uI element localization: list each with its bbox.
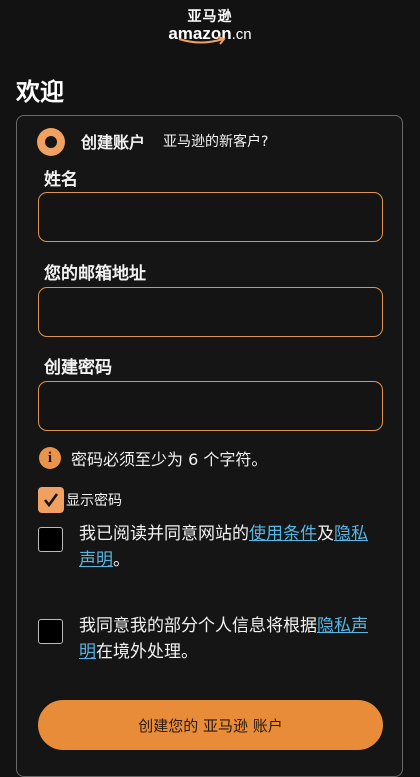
create-account-label: 创建账户 [81, 133, 146, 152]
email-input[interactable] [38, 287, 383, 337]
overseas-processing-agreement: 我同意我的部分个人信息将根据隐私声明在境外处理。 [38, 613, 369, 665]
overseas-checkbox[interactable] [38, 619, 63, 644]
checkmark-icon [43, 493, 59, 508]
create-account-panel: 创建账户 亚马逊的新客户? 姓名 您的邮箱地址 创建密码 i 密码必须至少为 6… [16, 115, 403, 777]
terms-middle: 及 [317, 524, 334, 544]
password-hint-text: 密码必须至少为 6 个字符。 [71, 450, 268, 469]
create-account-subtitle: 亚马逊的新客户? [163, 134, 269, 150]
terms-of-use-link[interactable]: 使用条件 [249, 524, 317, 544]
show-password-checkbox[interactable] [38, 487, 64, 513]
name-label: 姓名 [44, 170, 78, 190]
terms-agreement: 我已阅读并同意网站的使用条件及隐私声明。 [38, 521, 369, 573]
name-input[interactable] [38, 192, 383, 242]
info-icon: i [39, 447, 61, 469]
terms-checkbox[interactable] [38, 527, 63, 552]
create-account-radio[interactable] [37, 128, 65, 156]
overseas-prefix: 我同意我的部分个人信息将根据 [79, 616, 317, 636]
show-password-toggle[interactable]: 显示密码 [38, 487, 122, 513]
overseas-text: 我同意我的部分个人信息将根据隐私声明在境外处理。 [79, 613, 369, 665]
overseas-suffix: 在境外处理。 [96, 642, 198, 662]
email-label: 您的邮箱地址 [44, 264, 146, 284]
password-label: 创建密码 [44, 358, 112, 378]
terms-suffix: 。 [113, 550, 130, 570]
smile-arrow-icon [178, 36, 226, 45]
create-account-button[interactable]: 创建您的 亚马逊 账户 [38, 700, 383, 750]
password-hint: i 密码必须至少为 6 个字符。 [39, 446, 267, 470]
logo-chinese-text: 亚马逊 [187, 9, 233, 25]
show-password-label: 显示密码 [66, 493, 122, 509]
terms-prefix: 我已阅读并同意网站的 [79, 524, 249, 544]
password-input[interactable] [38, 381, 383, 431]
logo-suffix-text: .cn [231, 26, 252, 43]
page-title: 欢迎 [16, 78, 64, 106]
terms-text: 我已阅读并同意网站的使用条件及隐私声明。 [79, 521, 369, 573]
